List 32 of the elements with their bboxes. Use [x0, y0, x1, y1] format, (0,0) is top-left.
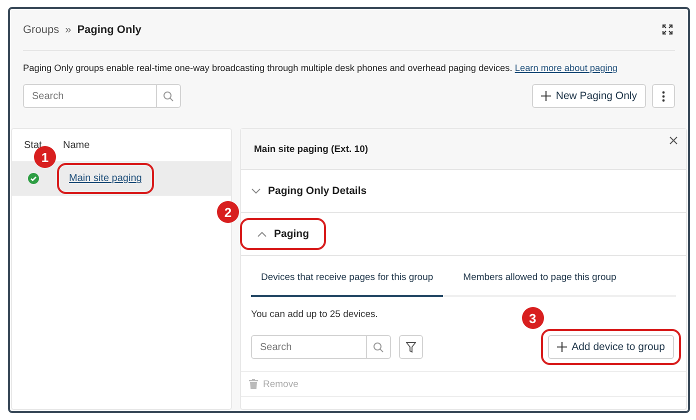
description-text: Paging Only groups enable real-time one-way broadcasting through multiple desk phones and overhead paging devices. Learn more about paging [23, 63, 619, 73]
tab[interactable]: Members allowed to page this group [453, 265, 626, 297]
detail-title: Main site paging (Ext. 10) [254, 144, 368, 154]
search-input[interactable]: Search [252, 336, 366, 358]
tab[interactable]: Devices that receive pages for this group [251, 265, 444, 297]
search-box[interactable]: Search [251, 335, 391, 359]
more-icon [662, 90, 665, 102]
search-box[interactable]: Search [23, 84, 181, 108]
breadcrumb-separator: » [65, 24, 72, 36]
trash-icon [249, 379, 258, 389]
search-icon[interactable] [163, 90, 174, 102]
search-icon[interactable] [373, 342, 384, 352]
step-badge: 3 [522, 307, 544, 329]
page-title: Paging Only [77, 24, 142, 36]
expand-icon[interactable] [662, 24, 673, 35]
chevron-up-icon [257, 231, 267, 237]
section-header[interactable]: Paging Only Details [246, 185, 372, 197]
plus-icon [540, 91, 551, 101]
learn-more-link[interactable]: Learn more about paging [514, 63, 618, 73]
search-input[interactable]: Search [24, 85, 156, 107]
add-device-button[interactable]: Add device to group [548, 335, 674, 359]
filter-button[interactable] [399, 335, 423, 359]
group-name-link[interactable]: Main site paging [69, 173, 142, 184]
chevron-down-icon [251, 188, 261, 194]
plus-icon [556, 342, 567, 352]
close-icon[interactable] [669, 136, 678, 145]
device-limit-text: You can add up to 25 devices. [251, 309, 378, 320]
breadcrumb-link[interactable]: Groups [23, 24, 60, 36]
more-button[interactable] [652, 84, 675, 108]
filter-icon [406, 342, 416, 352]
new-paging-button[interactable]: New Paging Only [532, 84, 646, 108]
section-header[interactable]: Paging [252, 228, 314, 240]
